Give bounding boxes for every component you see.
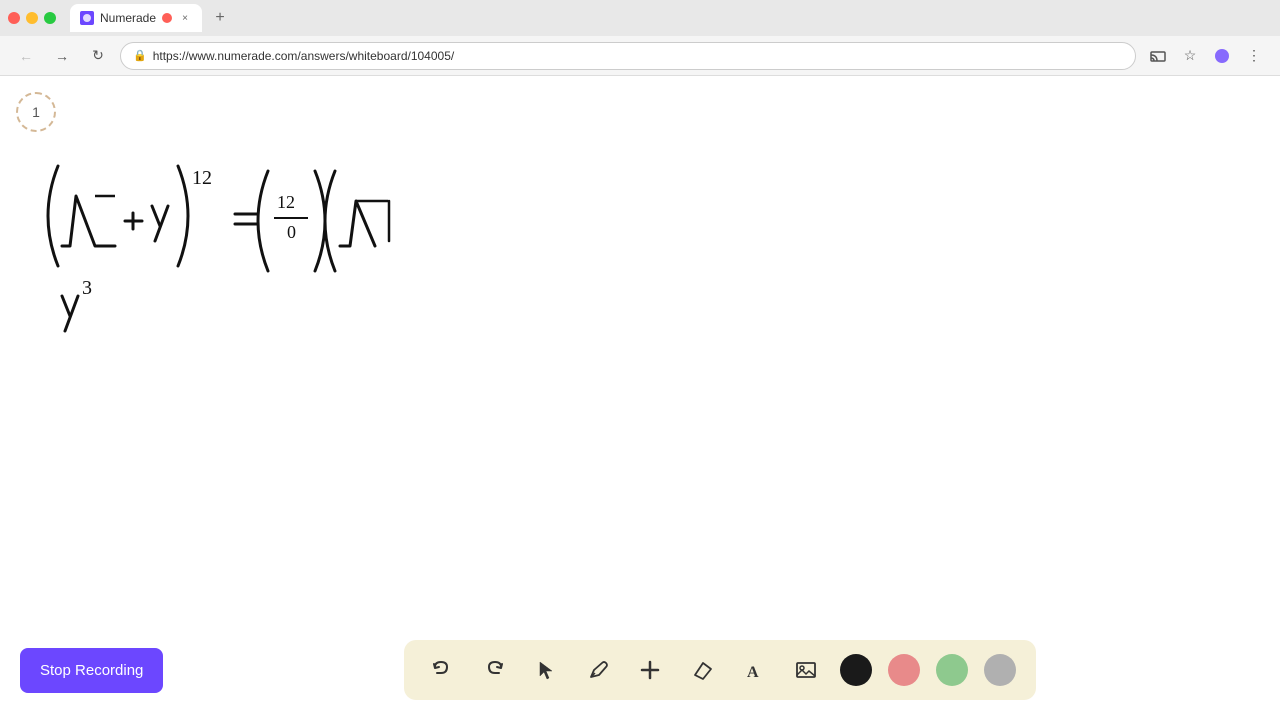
forward-button[interactable]: → — [48, 42, 76, 70]
svg-text:12: 12 — [192, 167, 212, 189]
text-button[interactable]: A — [736, 652, 772, 688]
back-icon: ← — [19, 48, 33, 64]
step-number: 1 — [32, 104, 40, 120]
color-green[interactable] — [936, 654, 968, 686]
svg-text:A: A — [747, 664, 759, 681]
image-icon — [795, 659, 817, 681]
active-tab[interactable]: Numerade × — [70, 4, 202, 32]
cursor-icon — [535, 659, 557, 681]
select-button[interactable] — [528, 652, 564, 688]
image-button[interactable] — [788, 652, 824, 688]
address-bar[interactable]: 🔒 https://www.numerade.com/answers/white… — [120, 42, 1136, 70]
new-tab-button[interactable]: + — [206, 4, 234, 32]
browser-frame: Numerade × + ← → ↻ 🔒 https://www.numerad… — [0, 0, 1280, 720]
page-content: 1 — [0, 76, 1280, 720]
nav-bar: ← → ↻ 🔒 https://www.numerade.com/answers… — [0, 36, 1280, 76]
color-black[interactable] — [840, 654, 872, 686]
url-text: https://www.numerade.com/answers/whitebo… — [153, 49, 1123, 63]
svg-text:3: 3 — [82, 277, 92, 299]
stop-recording-button[interactable]: Stop Recording — [20, 648, 163, 693]
pen-icon — [587, 659, 609, 681]
tab-favicon — [80, 11, 94, 25]
color-pink[interactable] — [888, 654, 920, 686]
tab-title: Numerade — [100, 11, 156, 25]
step-indicator: 1 — [16, 92, 56, 132]
text-icon: A — [743, 659, 765, 681]
pen-button[interactable] — [580, 652, 616, 688]
cast-button[interactable] — [1144, 42, 1172, 70]
bookmark-button[interactable]: ☆ — [1176, 42, 1204, 70]
nav-actions: ☆ ⋮ — [1144, 42, 1268, 70]
traffic-light-green[interactable] — [44, 12, 56, 24]
svg-text:12: 12 — [277, 192, 295, 212]
cast-icon — [1150, 48, 1166, 64]
reload-icon: ↻ — [92, 47, 104, 64]
tabs-area: Numerade × + — [70, 4, 1272, 32]
traffic-lights — [8, 12, 56, 24]
eraser-icon — [691, 659, 713, 681]
redo-button[interactable] — [476, 652, 512, 688]
undo-icon — [431, 659, 453, 681]
traffic-light-red[interactable] — [8, 12, 20, 24]
menu-button[interactable]: ⋮ — [1240, 42, 1268, 70]
forward-icon: → — [55, 48, 69, 64]
title-bar: Numerade × + — [0, 0, 1280, 36]
undo-button[interactable] — [424, 652, 460, 688]
recording-dot — [162, 13, 172, 23]
redo-icon — [483, 659, 505, 681]
back-button[interactable]: ← — [12, 42, 40, 70]
math-drawing: 12 12 0 — [40, 156, 460, 361]
whiteboard: 1 — [0, 76, 1280, 720]
reload-button[interactable]: ↻ — [84, 42, 112, 70]
profile-icon — [1214, 48, 1230, 64]
bottom-bar: Stop Recording — [0, 620, 1280, 720]
toolbar-container: A — [404, 640, 1036, 700]
color-gray[interactable] — [984, 654, 1016, 686]
tab-close-button[interactable]: × — [178, 11, 192, 25]
add-icon — [639, 659, 661, 681]
math-svg: 12 12 0 — [40, 156, 460, 356]
svg-text:0: 0 — [287, 222, 296, 242]
traffic-light-yellow[interactable] — [26, 12, 38, 24]
eraser-button[interactable] — [684, 652, 720, 688]
profile-button[interactable] — [1208, 42, 1236, 70]
add-button[interactable] — [632, 652, 668, 688]
lock-icon: 🔒 — [133, 49, 147, 62]
